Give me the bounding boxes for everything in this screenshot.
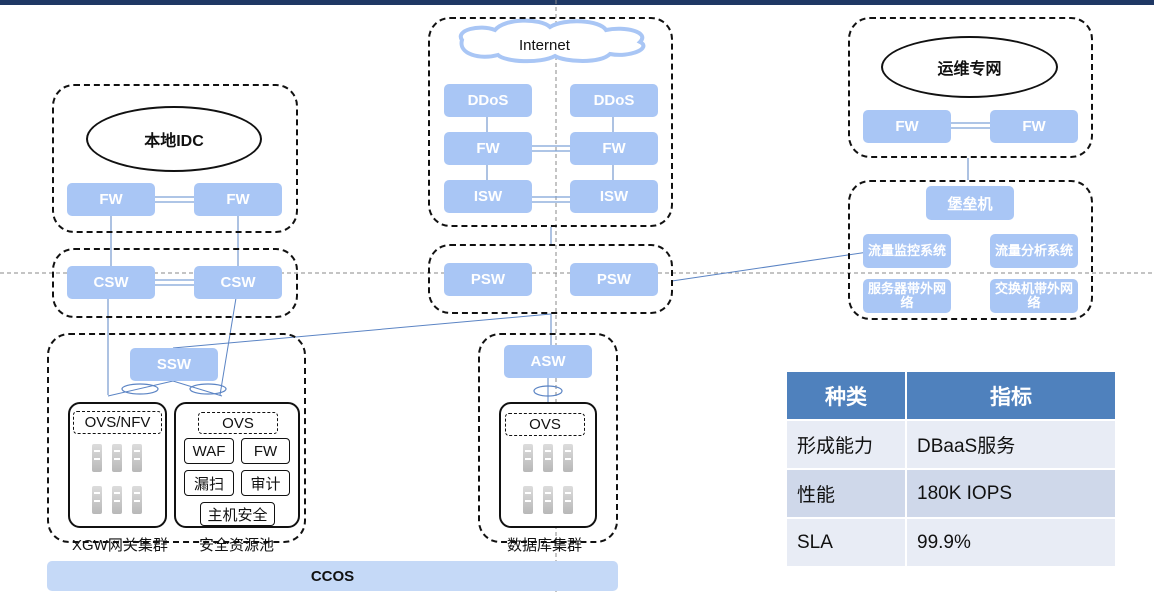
- server-icon: [132, 444, 142, 472]
- server-icon: [112, 486, 122, 514]
- server-icon: [132, 486, 142, 514]
- xgw-cluster-caption: XGW网关集群: [72, 537, 168, 554]
- server-icon: [543, 444, 553, 472]
- waf-tag: WAF: [184, 438, 234, 464]
- metrics-table: 种类 指标 形成能力 DBaaS服务 性能 180K IOPS SLA 99.9…: [785, 370, 1117, 568]
- ovs-nfv-tag: OVS/NFV: [73, 411, 162, 434]
- ssw: SSW: [130, 348, 218, 381]
- isw-right: ISW: [570, 180, 658, 213]
- server-icon: [543, 486, 553, 514]
- asw: ASW: [504, 345, 592, 378]
- csw-right: CSW: [194, 266, 282, 299]
- vuln-scan-tag: 漏扫: [184, 470, 234, 496]
- traffic-monitor-system: 流量监控系统: [863, 234, 951, 268]
- server-icon: [523, 486, 533, 514]
- ops-fw-left: FW: [863, 110, 951, 143]
- server-icon: [92, 486, 102, 514]
- csw-left: CSW: [67, 266, 155, 299]
- table-row: 性能 180K IOPS: [785, 468, 1117, 519]
- table-cell: 99.9%: [905, 517, 1117, 568]
- server-icon: [112, 444, 122, 472]
- db-cluster-caption: 数据库集群: [507, 537, 583, 554]
- table-row: SLA 99.9%: [785, 517, 1117, 568]
- ops-fw-right: FW: [990, 110, 1078, 143]
- table-header-category: 种类: [785, 370, 907, 421]
- table-cell: SLA: [785, 517, 907, 568]
- table-row: 形成能力 DBaaS服务: [785, 419, 1117, 470]
- table-header-row: 种类 指标: [785, 370, 1117, 421]
- db-ovs-tag: OVS: [505, 413, 585, 436]
- psw-right: PSW: [570, 263, 658, 296]
- bastion-host: 堡垒机: [926, 186, 1014, 220]
- host-security-tag: 主机安全: [200, 502, 275, 526]
- server-icon: [92, 444, 102, 472]
- inet-fw-left: FW: [444, 132, 532, 165]
- ddos-left: DDoS: [444, 84, 532, 117]
- ddos-right: DDoS: [570, 84, 658, 117]
- sec-ovs-tag: OVS: [198, 412, 278, 434]
- table-cell: 180K IOPS: [905, 468, 1117, 519]
- table-cell: 形成能力: [785, 419, 907, 470]
- table-cell: 性能: [785, 468, 907, 519]
- sec-fw-tag: FW: [241, 438, 290, 464]
- inet-fw-right: FW: [570, 132, 658, 165]
- table-header-metric: 指标: [905, 370, 1117, 421]
- ops-title: 运维专网: [881, 36, 1058, 98]
- isw-left: ISW: [444, 180, 532, 213]
- server-oob-network: 服务器带外网络: [863, 279, 951, 313]
- server-icon: [563, 444, 573, 472]
- security-pool-caption: 安全资源池: [199, 537, 275, 554]
- server-icon: [563, 486, 573, 514]
- psw-left: PSW: [444, 263, 532, 296]
- idc-fw-left: FW: [67, 183, 155, 216]
- ccos-bar: CCOS: [47, 561, 618, 591]
- traffic-analysis-system: 流量分析系统: [990, 234, 1078, 268]
- local-idc-title: 本地IDC: [86, 106, 262, 172]
- server-icon: [523, 444, 533, 472]
- idc-fw-right: FW: [194, 183, 282, 216]
- switch-oob-network: 交换机带外网络: [990, 279, 1078, 313]
- table-cell: DBaaS服务: [905, 419, 1117, 470]
- audit-tag: 审计: [241, 470, 290, 496]
